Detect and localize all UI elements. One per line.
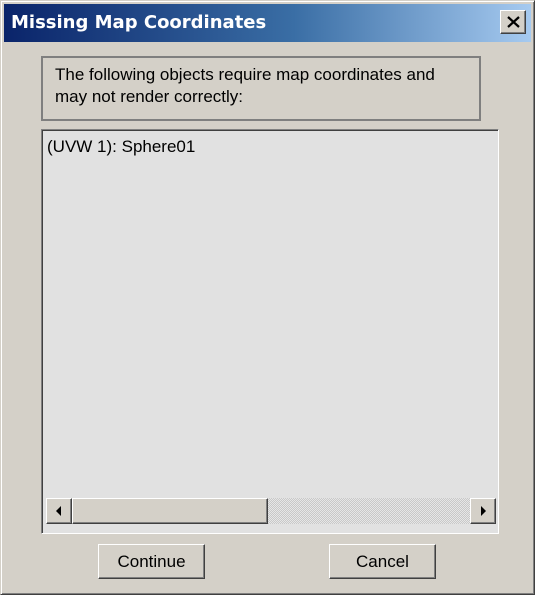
continue-button[interactable]: Continue	[98, 544, 205, 579]
message-group: The following objects require map coordi…	[41, 56, 481, 121]
message-text: The following objects require map coordi…	[55, 65, 435, 106]
arrow-right-icon	[481, 506, 486, 516]
title-bar[interactable]: Missing Map Coordinates	[4, 4, 531, 42]
scroll-left-button[interactable]	[46, 498, 72, 524]
close-icon	[507, 16, 520, 28]
list-item[interactable]: (UVW 1): Sphere01	[47, 137, 195, 157]
scroll-right-button[interactable]	[470, 498, 496, 524]
scrollbar-thumb[interactable]	[72, 498, 268, 524]
cancel-button[interactable]: Cancel	[329, 544, 436, 579]
objects-listbox[interactable]: (UVW 1): Sphere01	[41, 129, 499, 534]
missing-map-coordinates-dialog: Missing Map Coordinates The following ob…	[0, 0, 535, 595]
window-title: Missing Map Coordinates	[11, 12, 267, 33]
horizontal-scrollbar[interactable]	[46, 498, 496, 524]
arrow-left-icon	[56, 506, 61, 516]
close-button[interactable]	[500, 10, 526, 34]
